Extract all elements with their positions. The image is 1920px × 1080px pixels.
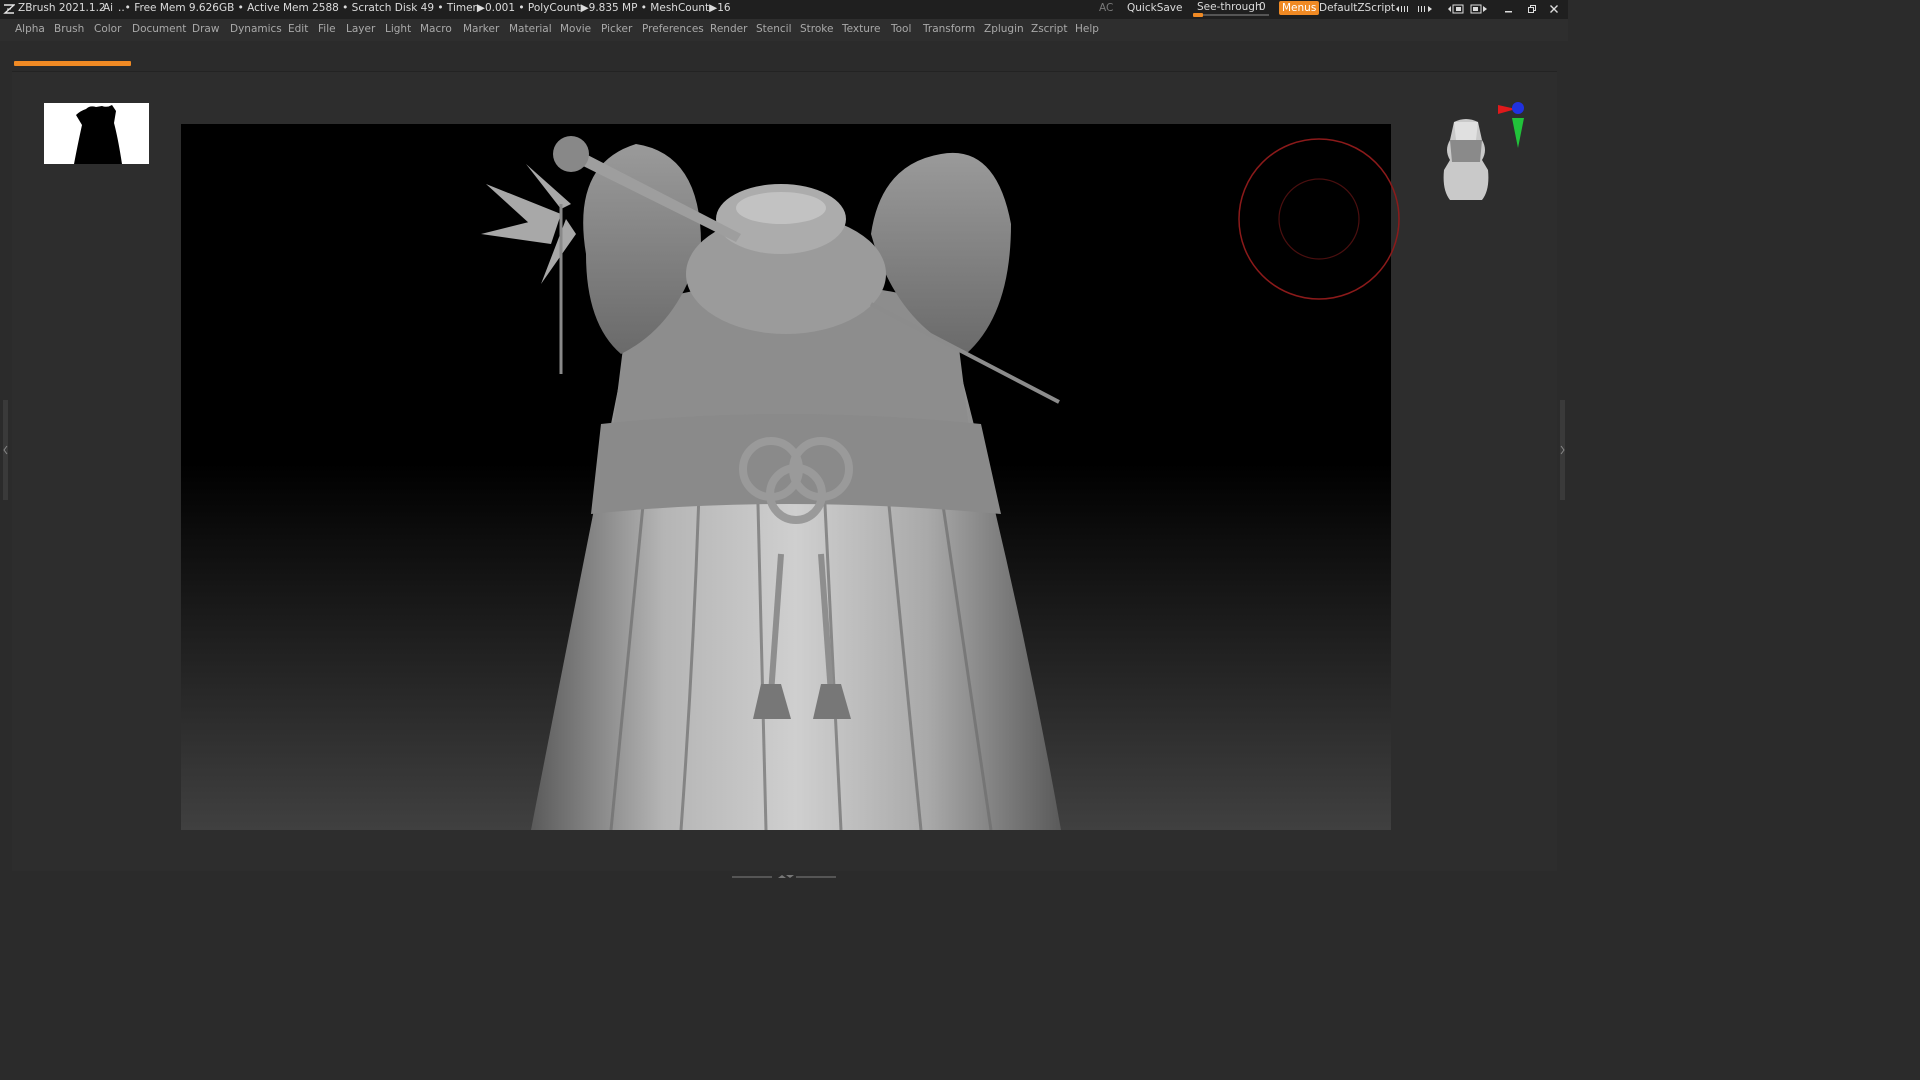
menu-stroke[interactable]: Stroke	[800, 23, 833, 35]
app-title: ZBrush 2021.1.2	[18, 2, 106, 14]
3d-viewport[interactable]	[181, 124, 1391, 830]
see-through-track	[1193, 14, 1269, 16]
menu-material[interactable]: Material	[509, 23, 552, 35]
menu-preferences[interactable]: Preferences	[642, 23, 704, 35]
navigation-gizmo[interactable]	[1440, 100, 1530, 210]
menu-alpha[interactable]: Alpha	[15, 23, 45, 35]
menu-dynamics[interactable]: Dynamics	[230, 23, 282, 35]
menu-tool[interactable]: Tool	[891, 23, 911, 35]
menu-transform[interactable]: Transform	[923, 23, 975, 35]
menu-render[interactable]: Render	[710, 23, 747, 35]
see-through-label: See-through	[1197, 1, 1262, 13]
menu-picker[interactable]: Picker	[601, 23, 632, 35]
menu-zplugin[interactable]: Zplugin	[984, 23, 1024, 35]
menu-stencil[interactable]: Stencil	[756, 23, 792, 35]
menu-zscript[interactable]: Zscript	[1031, 23, 1067, 35]
ac-button[interactable]: AC	[1099, 2, 1113, 14]
see-through-knob[interactable]	[1193, 13, 1203, 17]
status-readout: ..• Free Mem 9.626GB • Active Mem 2588 •…	[118, 2, 731, 14]
menu-movie[interactable]: Movie	[560, 23, 591, 35]
menu-file[interactable]: File	[318, 23, 336, 35]
close-icon[interactable]	[1549, 4, 1559, 14]
restore-icon[interactable]	[1527, 4, 1537, 14]
menu-bar: Alpha Brush Color Document Draw Dynamics…	[0, 19, 1568, 41]
bottom-tray-handle[interactable]	[732, 875, 836, 879]
navigation-thumbnail[interactable]	[44, 103, 149, 164]
menu-brush[interactable]: Brush	[54, 23, 84, 35]
menu-draw[interactable]: Draw	[192, 23, 219, 35]
menu-light[interactable]: Light	[385, 23, 411, 35]
progress-bar	[14, 61, 131, 66]
menu-edit[interactable]: Edit	[288, 23, 308, 35]
default-zscript-button[interactable]: DefaultZScript	[1319, 2, 1395, 14]
model-silhouette	[74, 105, 122, 164]
menu-help[interactable]: Help	[1075, 23, 1099, 35]
chevron-left-icon	[3, 445, 8, 455]
menu-layer[interactable]: Layer	[346, 23, 375, 35]
axis-gizmo-icon	[1498, 102, 1524, 148]
zbrush-logo-icon	[3, 4, 15, 14]
minimize-icon[interactable]	[1504, 5, 1514, 15]
menu-macro[interactable]: Macro	[420, 23, 452, 35]
menus-toggle[interactable]: Menus	[1279, 1, 1320, 15]
left-tray-handle[interactable]	[3, 400, 8, 500]
orientation-head-icon	[1443, 119, 1489, 200]
window-layout-icon[interactable]	[1470, 3, 1488, 15]
title-bar: ZBrush 2021.1.2 Ai ..• Free Mem 9.626GB …	[0, 0, 1568, 19]
see-through-slider[interactable]: See-through 0	[1193, 1, 1273, 18]
menu-texture[interactable]: Texture	[842, 23, 880, 35]
brush-cursor	[1238, 138, 1400, 300]
ai-button[interactable]: Ai	[103, 2, 113, 14]
chevron-right-icon	[1560, 445, 1565, 455]
see-through-value: 0	[1259, 1, 1266, 13]
menu-marker[interactable]: Marker	[463, 23, 499, 35]
menu-document[interactable]: Document	[132, 23, 186, 35]
layout-arrows-icon[interactable]	[1417, 4, 1433, 14]
sculpt-model	[481, 136, 1061, 830]
right-tray-handle[interactable]	[1560, 400, 1565, 500]
menu-color[interactable]: Color	[94, 23, 121, 35]
layout-arrows-icon[interactable]	[1395, 4, 1411, 14]
quicksave-button[interactable]: QuickSave	[1127, 2, 1182, 14]
window-layout-icon[interactable]	[1447, 3, 1465, 15]
